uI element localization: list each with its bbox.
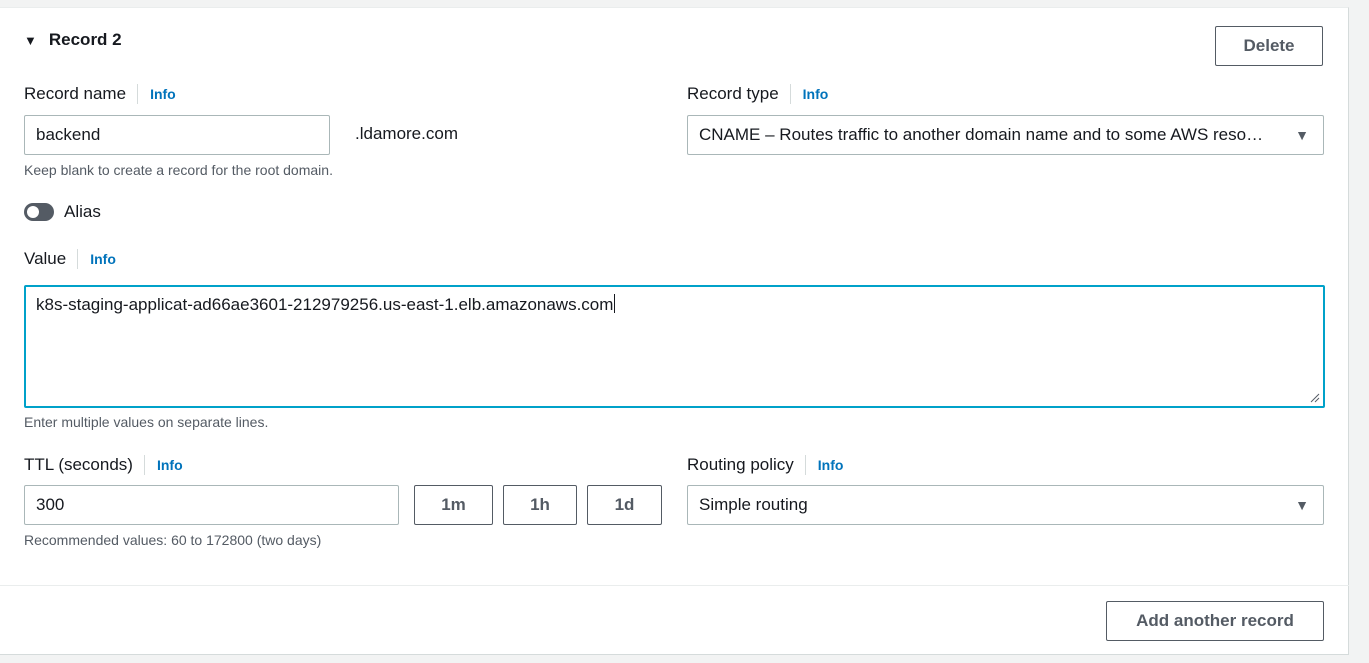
add-another-record-button[interactable]: Add another record bbox=[1106, 601, 1324, 641]
ttl-label: TTL (seconds) bbox=[24, 455, 133, 474]
record-title: Record 2 bbox=[48, 30, 122, 49]
text-cursor bbox=[614, 294, 616, 313]
value-hint: Enter multiple values on separate lines. bbox=[24, 414, 269, 430]
alias-toggle[interactable] bbox=[24, 203, 54, 221]
record-name-label: Record name bbox=[24, 84, 127, 103]
record-type-label-row: Record type Info bbox=[687, 84, 828, 104]
resize-grip-icon[interactable] bbox=[1310, 393, 1320, 403]
caret-down-icon: ▼ bbox=[24, 32, 37, 48]
scrollbar-track[interactable] bbox=[1350, 0, 1369, 663]
value-label: Value bbox=[24, 249, 67, 268]
toggle-knob bbox=[27, 206, 39, 218]
record-type-label: Record type bbox=[687, 84, 779, 103]
record-type-select[interactable]: CNAME – Routes traffic to another domain… bbox=[687, 115, 1324, 155]
ttl-input[interactable]: 300 bbox=[24, 485, 399, 525]
delete-button[interactable]: Delete bbox=[1215, 26, 1323, 66]
routing-policy-select[interactable]: Simple routing ▼ bbox=[687, 485, 1324, 525]
dropdown-arrow-icon: ▼ bbox=[1295, 497, 1309, 513]
routing-policy-info-link[interactable]: Info bbox=[804, 455, 843, 475]
value-textarea[interactable]: k8s-staging-applicat-ad66ae3601-21297925… bbox=[24, 285, 1325, 408]
dropdown-arrow-icon: ▼ bbox=[1295, 127, 1309, 143]
value-text: k8s-staging-applicat-ad66ae3601-21297925… bbox=[36, 295, 614, 314]
record-name-hint: Keep blank to create a record for the ro… bbox=[24, 162, 333, 178]
record-name-input[interactable]: backend bbox=[24, 115, 330, 155]
alias-toggle-row[interactable]: Alias bbox=[24, 202, 101, 222]
record-header[interactable]: ▼ Record 2 bbox=[24, 30, 122, 50]
record-type-selected: CNAME – Routes traffic to another domain… bbox=[699, 125, 1264, 144]
domain-suffix: .ldamore.com bbox=[355, 124, 458, 143]
routing-policy-label-row: Routing policy Info bbox=[687, 455, 843, 475]
section-divider bbox=[0, 585, 1349, 586]
routing-policy-label: Routing policy bbox=[687, 455, 794, 474]
routing-policy-selected: Simple routing bbox=[699, 495, 808, 514]
alias-label: Alias bbox=[64, 202, 101, 221]
record-name-info-link[interactable]: Info bbox=[137, 84, 176, 104]
value-info-link[interactable]: Info bbox=[77, 249, 116, 269]
ttl-1h-button[interactable]: 1h bbox=[503, 485, 577, 525]
ttl-hint: Recommended values: 60 to 172800 (two da… bbox=[24, 532, 322, 548]
ttl-label-row: TTL (seconds) Info bbox=[24, 455, 183, 475]
record-type-info-link[interactable]: Info bbox=[789, 84, 828, 104]
ttl-1d-button[interactable]: 1d bbox=[587, 485, 662, 525]
ttl-1m-button[interactable]: 1m bbox=[414, 485, 493, 525]
record-name-label-row: Record name Info bbox=[24, 84, 176, 104]
ttl-info-link[interactable]: Info bbox=[143, 455, 183, 475]
value-label-row: Value Info bbox=[24, 249, 116, 269]
